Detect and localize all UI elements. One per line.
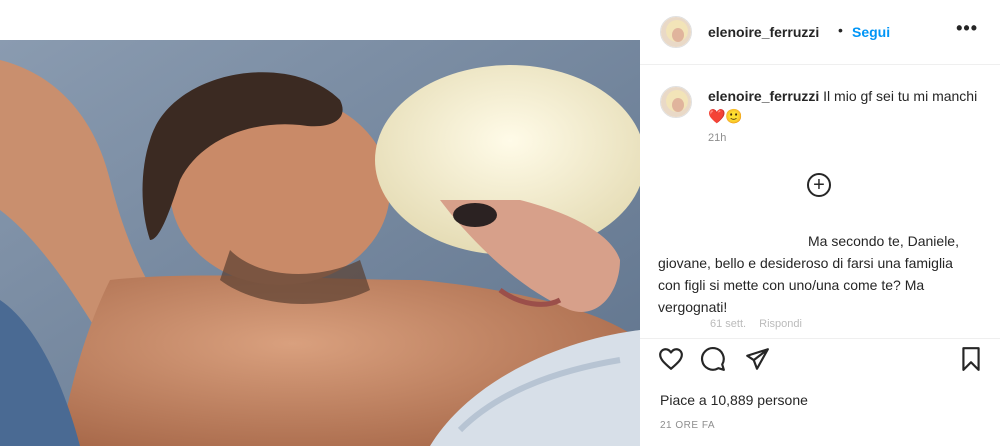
post-date: 21 ORE FA <box>660 420 716 431</box>
photo-illustration <box>0 40 640 446</box>
comment-time: 61 sett. <box>710 318 747 330</box>
avatar-image <box>661 87 691 117</box>
user-avatar[interactable] <box>660 16 692 48</box>
username-link[interactable]: elenoire_ferruzzi <box>708 24 819 40</box>
header-divider <box>640 64 1000 65</box>
caption-username[interactable]: elenoire_ferruzzi <box>708 88 819 104</box>
paper-plane-icon[interactable] <box>744 346 770 372</box>
caption-time: 21h <box>708 132 727 144</box>
caption-avatar[interactable] <box>660 86 692 118</box>
separator-dot: • <box>838 22 843 38</box>
actions-divider <box>640 338 1000 339</box>
post-side-panel: elenoire_ferruzzi • Segui ••• elenoire_f… <box>640 0 1000 448</box>
avatar-image <box>661 17 691 47</box>
action-bar <box>658 346 988 374</box>
bookmark-icon[interactable] <box>958 346 984 372</box>
reply-button[interactable]: Rispondi <box>759 318 802 330</box>
comment-icon[interactable] <box>700 346 726 372</box>
comment-text: Ma secondo te, Daniele, giovane, bello e… <box>658 233 959 315</box>
heart-icon[interactable] <box>658 346 684 372</box>
more-dots-icon[interactable]: ••• <box>956 18 978 39</box>
follow-button[interactable]: Segui <box>852 24 890 40</box>
plus-circle-icon[interactable]: + <box>807 173 831 197</box>
comment-meta: 61 sett. Rispondi <box>710 318 812 330</box>
post-photo[interactable] <box>0 40 640 446</box>
post-caption: elenoire_ferruzzi Il mio gf sei tu mi ma… <box>708 86 980 126</box>
likes-count[interactable]: Piace a 10,889 persone <box>660 392 808 408</box>
